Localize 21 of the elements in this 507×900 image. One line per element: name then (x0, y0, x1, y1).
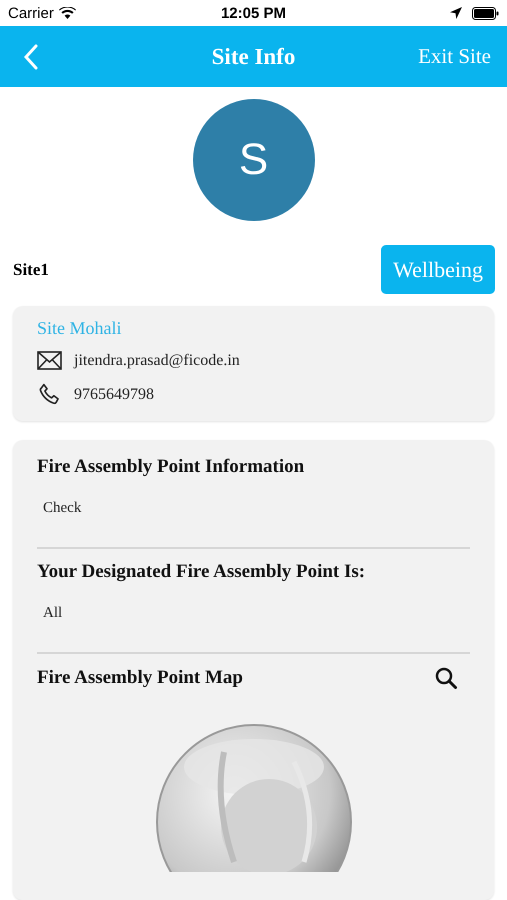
section-value: All (42, 604, 64, 623)
site-title: Site Mohali (37, 318, 122, 339)
wifi-icon (58, 7, 76, 19)
section-value: Check (42, 499, 82, 518)
nav-title: Site Info (212, 44, 296, 68)
email-address: jitendra.prasad@ficode.in (74, 352, 240, 370)
site-name: Site1 (13, 260, 49, 280)
exit-site-button[interactable]: Exit Site (416, 42, 493, 71)
section-heading: Your Designated Fire Assembly Point Is: (37, 561, 366, 583)
phone-icon (37, 382, 62, 407)
clock-time: 12:05 PM (220, 4, 286, 22)
envelope-icon (37, 351, 62, 370)
phone-number: 9765649798 (74, 386, 154, 404)
wellbeing-button[interactable]: Wellbeing (381, 245, 495, 294)
section-heading: Fire Assembly Point Information (37, 456, 306, 478)
location-arrow-icon (450, 7, 462, 19)
carrier-label: Carrier (8, 4, 54, 22)
battery-icon (472, 6, 499, 20)
search-icon[interactable] (434, 666, 458, 690)
section-heading: Fire Assembly Point Map (37, 667, 244, 689)
site-avatar: S (192, 99, 314, 221)
